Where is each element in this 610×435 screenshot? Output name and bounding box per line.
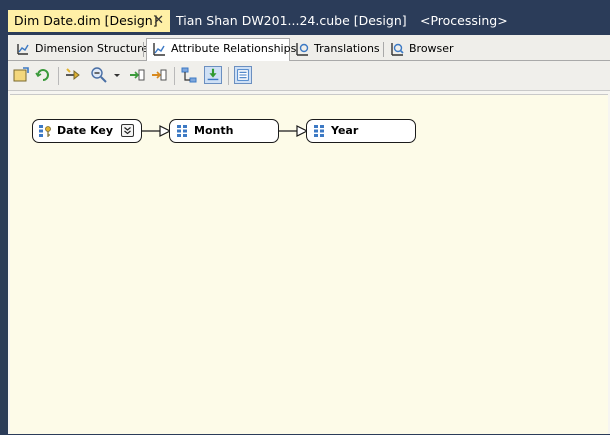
refresh-icon[interactable] xyxy=(34,66,52,84)
dimension-structure-icon xyxy=(17,44,29,55)
attribute-relationships-icon xyxy=(153,43,165,56)
toolbar-separator xyxy=(58,67,59,85)
attribute-icon xyxy=(177,125,187,137)
doc-tab-label: Tian Shan DW201...24.cube [Design] xyxy=(176,13,407,28)
attribute-node-date-key[interactable]: Date Key xyxy=(32,119,142,143)
tab-label: Attribute Relationships xyxy=(171,42,297,55)
doc-tab-label: Dim Date.dim [Design] xyxy=(14,13,158,28)
toolbar-separator xyxy=(174,67,175,85)
attribute-relationship-diagram[interactable]: Date Key Month Year xyxy=(10,94,608,434)
zoom-dropdown-icon[interactable] xyxy=(112,66,122,84)
tab-attribute-relationships[interactable]: Attribute Relationships xyxy=(146,38,296,61)
tab-label: Browser xyxy=(409,42,454,55)
doc-tab-cube[interactable]: Tian Shan DW201...24.cube [Design] xyxy=(176,10,407,32)
browser-icon xyxy=(391,43,404,56)
document-tab-strip: Dim Date.dim [Design] ✕ Tian Shan DW201.… xyxy=(0,0,610,35)
key-attribute-icon xyxy=(39,125,51,137)
toolbar-separator xyxy=(228,67,229,85)
doc-tab-label: <Processing> xyxy=(420,13,508,28)
attribute-node-year[interactable]: Year xyxy=(306,119,416,143)
zoom-icon[interactable] xyxy=(90,66,108,84)
node-label: Date Key xyxy=(57,124,114,137)
tab-browser[interactable]: Browser xyxy=(385,39,460,61)
expand-chevron-icon[interactable] xyxy=(121,124,134,137)
expand-icon[interactable] xyxy=(128,66,146,84)
tab-label: Dimension Structure xyxy=(35,42,149,55)
arrange-icon[interactable] xyxy=(204,66,222,84)
left-panel-edge xyxy=(0,35,8,434)
process-icon[interactable] xyxy=(12,66,30,84)
tab-dimension-structure[interactable]: Dimension Structure xyxy=(11,39,154,61)
designer-view-tabs: Dimension Structure Attribute Relationsh… xyxy=(8,35,610,61)
new-relationship-icon[interactable] xyxy=(64,66,82,84)
close-icon[interactable]: ✕ xyxy=(153,10,164,32)
attribute-icon xyxy=(314,125,324,137)
attribute-node-month[interactable]: Month xyxy=(169,119,279,143)
node-label: Year xyxy=(331,124,359,137)
designer-toolbar xyxy=(8,61,610,91)
collapse-icon[interactable] xyxy=(150,66,168,84)
translations-icon xyxy=(296,43,309,56)
node-label: Month xyxy=(194,124,234,137)
tab-divider xyxy=(143,42,144,57)
doc-tab-processing[interactable]: <Processing> xyxy=(420,10,508,32)
tab-label: Translations xyxy=(314,42,380,55)
dimension-designer: Dimension Structure Attribute Relationsh… xyxy=(8,35,610,434)
show-list-icon[interactable] xyxy=(180,66,198,84)
tab-translations[interactable]: Translations xyxy=(290,39,386,61)
tab-divider xyxy=(383,42,384,57)
attribute-list-icon[interactable] xyxy=(234,66,252,84)
doc-tab-dim-date[interactable]: Dim Date.dim [Design] ✕ xyxy=(8,10,170,32)
relationship-arrows xyxy=(142,125,309,137)
